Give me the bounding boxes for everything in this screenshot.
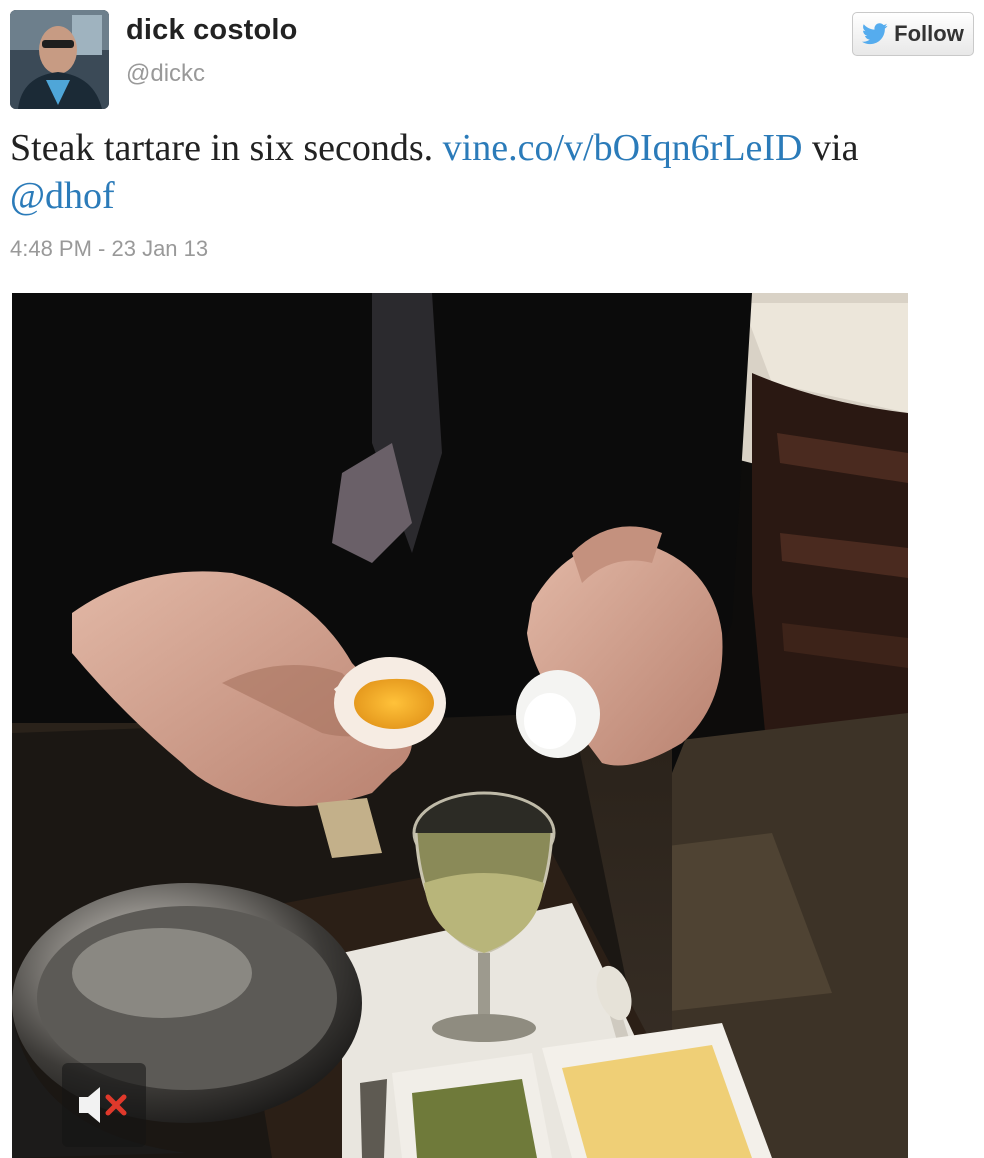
display-name[interactable]: dick costolo — [126, 14, 298, 47]
tweet-text-body: Steak tartare in six seconds. — [10, 127, 434, 169]
video-frame — [12, 293, 908, 1158]
tweet-text: Steak tartare in six seconds. vine.co/v/… — [10, 124, 950, 220]
follow-button[interactable]: Follow — [852, 12, 974, 56]
screen-name[interactable]: @dickc — [126, 60, 205, 88]
avatar-photo — [10, 10, 109, 109]
avatar[interactable] — [10, 10, 109, 109]
speaker-muted-icon — [79, 1087, 127, 1123]
vine-link[interactable]: vine.co/v/bOIqn6rLeID — [443, 127, 803, 169]
vine-video[interactable] — [12, 293, 908, 1158]
timestamp[interactable]: 4:48 PM - 23 Jan 13 — [10, 236, 208, 262]
mute-button[interactable] — [62, 1063, 146, 1147]
follow-button-label: Follow — [894, 21, 964, 46]
twitter-bird-icon — [862, 23, 888, 45]
embedded-tweet: dick costolo @dickc Follow Steak tartare… — [0, 0, 984, 1158]
via-text: via — [812, 127, 859, 169]
mention-link[interactable]: @dhof — [10, 175, 115, 217]
